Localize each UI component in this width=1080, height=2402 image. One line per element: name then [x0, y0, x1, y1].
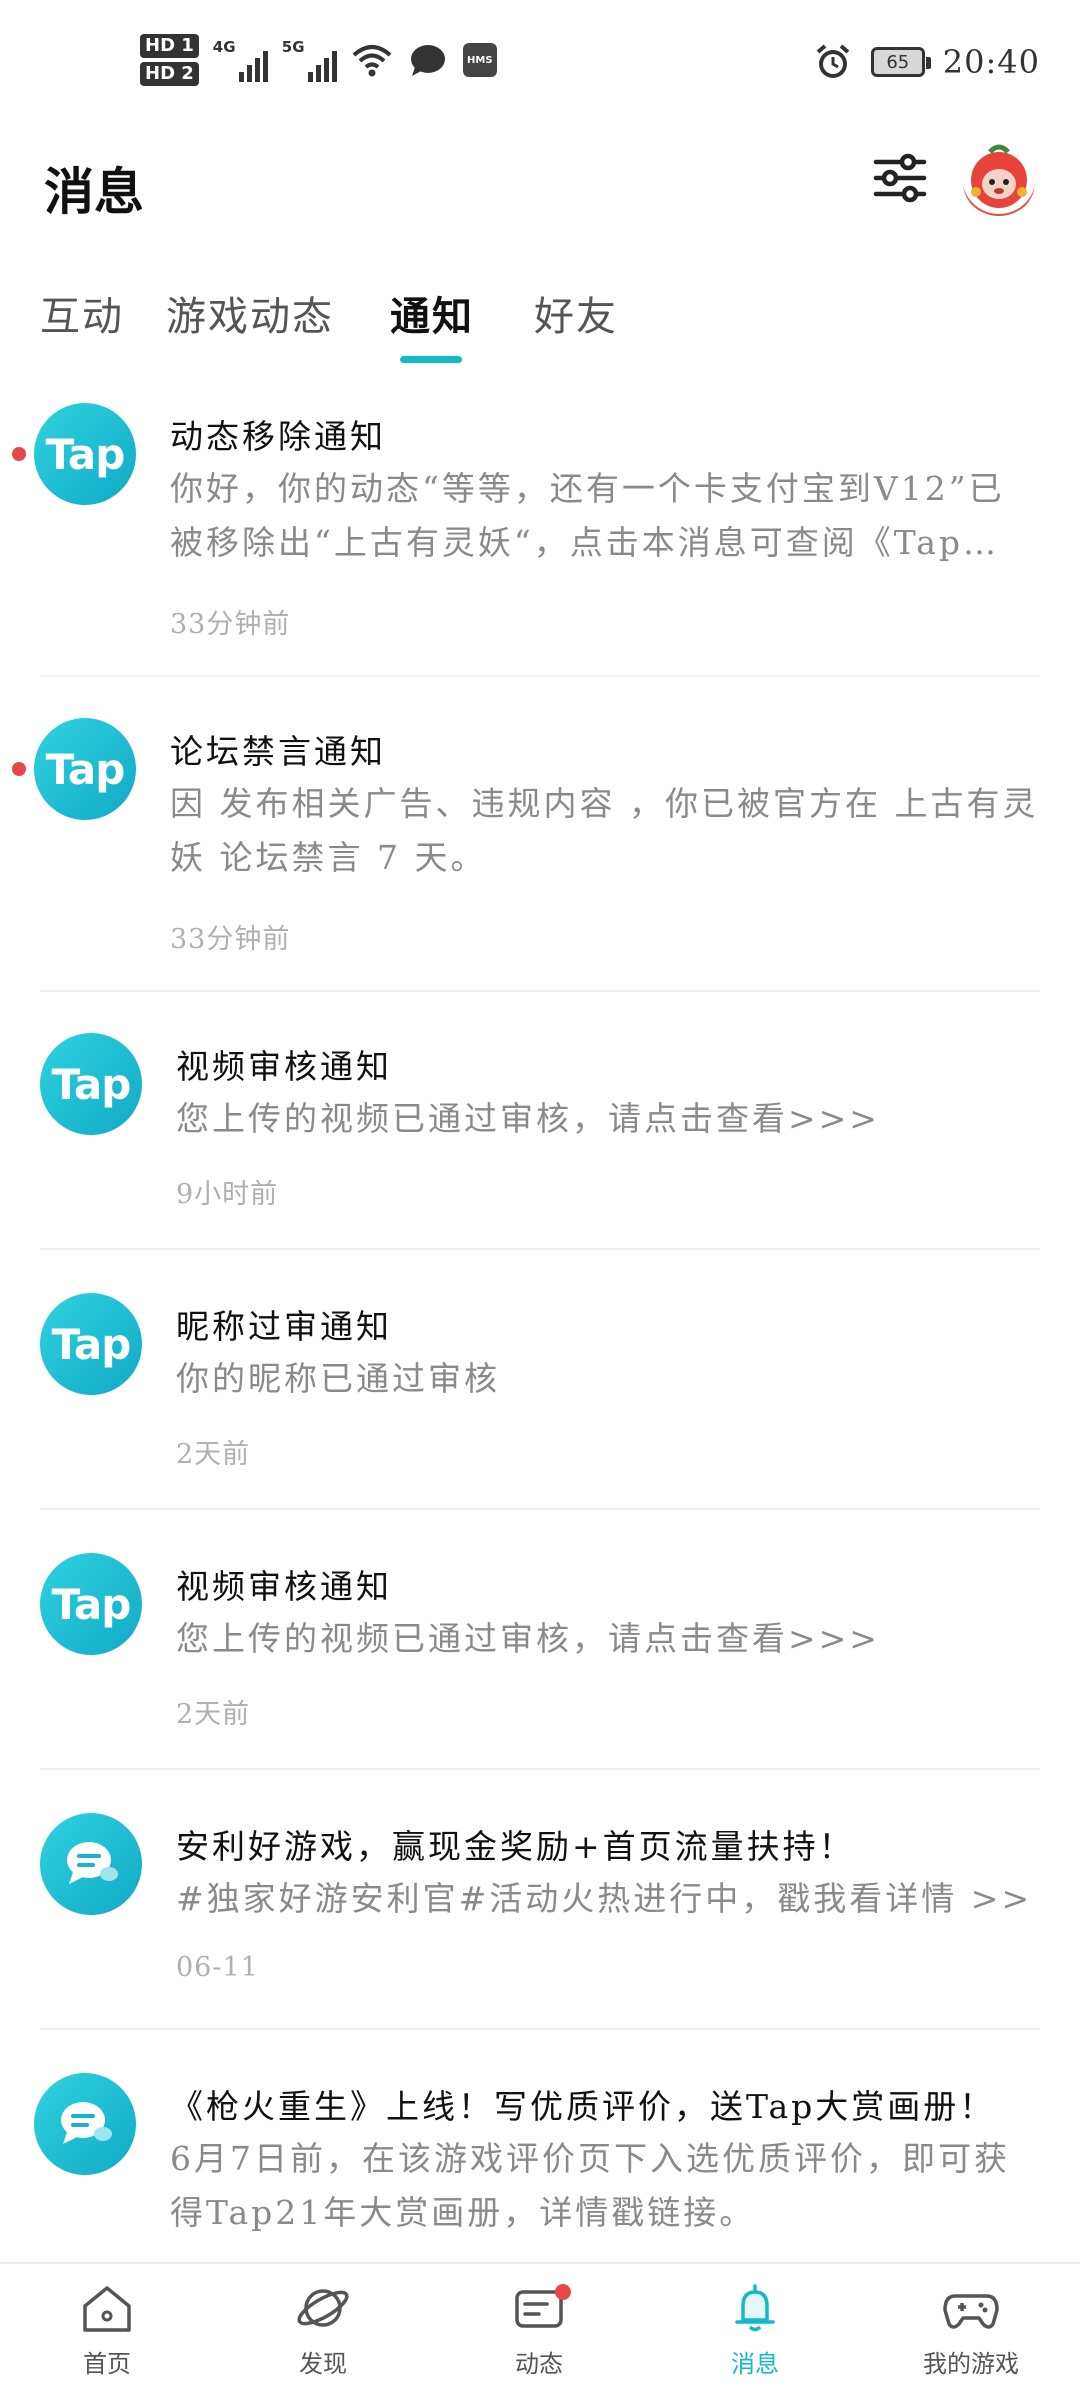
active-tab-indicator [400, 356, 462, 363]
dual-sim-indicator: HD 1 HD 2 [140, 34, 199, 86]
wifi-icon [352, 45, 392, 77]
network-type-1: 4G [212, 38, 236, 56]
notification-title: 视频审核通知 [176, 1567, 392, 1606]
nav-feed[interactable]: 动态 [469, 2280, 609, 2379]
nav-discover[interactable]: 发现 [253, 2280, 393, 2379]
notification-title: 昵称过审通知 [176, 1307, 392, 1346]
network-type-2: 5G [281, 38, 305, 56]
signal-5g-icon: 5G [282, 38, 337, 82]
hms-icon: HMS [462, 43, 497, 77]
divider [40, 2028, 1040, 2030]
nav-home[interactable]: 首页 [37, 2280, 177, 2379]
notification-time: 33分钟前 [170, 609, 291, 640]
alarm-icon [816, 44, 850, 78]
notification-time: 2天前 [176, 1699, 251, 1730]
notification-title: 安利好游戏，赢现金奖励+首页流量扶持！ [176, 1827, 855, 1866]
tap-logo-icon: Tap [40, 1033, 142, 1135]
sim2-hd-label: HD 2 [140, 62, 199, 86]
unread-dot [12, 447, 26, 461]
notification-time: 2天前 [176, 1439, 251, 1470]
nav-messages-label: 消息 [731, 2350, 779, 2378]
notification-title: 《枪火重生》上线！写优质评价，送Tap大赏画册！ [170, 2087, 996, 2126]
user-avatar[interactable] [960, 138, 1038, 216]
notification-title: 动态移除通知 [170, 417, 386, 456]
bottom-navigation: 首页 发现 动态 消息 我的游戏 [0, 2262, 1080, 2402]
notification-body: 您上传的视频已通过审核，请点击查看>>> [176, 1619, 880, 1658]
avatar-character-icon [962, 140, 1036, 214]
tab-friends[interactable]: 好友 [534, 284, 618, 342]
notification-time: 33分钟前 [170, 924, 291, 955]
nav-home-label: 首页 [83, 2350, 131, 2378]
filter-settings-icon[interactable] [870, 148, 930, 208]
notification-body: 你好，你的动态“等等，还有一个卡支付宝到V12”已被移除出“上古有灵妖“，点击本… [170, 469, 1005, 562]
divider [40, 1768, 1040, 1770]
app-header: 消息 [0, 130, 1080, 240]
nav-my-games[interactable]: 我的游戏 [901, 2280, 1041, 2379]
tap-logo-icon: Tap [40, 1293, 142, 1395]
notification-title: 视频审核通知 [176, 1047, 392, 1086]
bell-icon [735, 2284, 775, 2332]
notification-body: 因 发布相关广告、违规内容 ，你已被官方在 上古有灵妖 论坛禁言 7 天。 [170, 784, 1039, 877]
home-icon [83, 2286, 131, 2332]
chat-bubble-icon [34, 2073, 136, 2175]
tab-game-news[interactable]: 游戏动态 [166, 284, 334, 342]
unread-dot [12, 762, 26, 776]
page-title: 消息 [44, 163, 144, 221]
battery-icon: 65 [870, 47, 931, 77]
notification-body: 你的昵称已通过审核 [176, 1359, 500, 1398]
tab-interaction[interactable]: 互动 [40, 284, 124, 342]
chat-bubble-icon [40, 1813, 142, 1915]
divider [40, 990, 1040, 992]
tab-notifications[interactable]: 通知 [390, 284, 474, 342]
nav-my-games-label: 我的游戏 [923, 2350, 1019, 2378]
tap-logo-icon: Tap [40, 1553, 142, 1655]
chat-bubble-icon [410, 45, 445, 76]
battery-level: 65 [886, 51, 910, 73]
divider [40, 1508, 1040, 1510]
nav-discover-label: 发现 [299, 2350, 347, 2378]
divider [40, 675, 1040, 677]
sim1-hd-label: HD 1 [140, 34, 199, 58]
notification-time: 06-11 [176, 1952, 259, 1983]
notification-body: #独家好游安利官#活动火热进行中，戳我看详情 >> [176, 1879, 1033, 1918]
nav-messages[interactable]: 消息 [685, 2280, 825, 2379]
nav-feed-label: 动态 [515, 2350, 563, 2378]
status-bar: HD 1 HD 2 4G 5G HMS 65 20:40 [0, 0, 1080, 130]
divider [40, 1248, 1040, 1250]
message-tabs: 互动 游戏动态 通知 好友 [0, 270, 1080, 370]
nav-feed-badge [555, 2284, 571, 2300]
tap-logo-icon: Tap [34, 403, 136, 505]
tap-logo-icon: Tap [34, 718, 136, 820]
signal-4g-icon: 4G [213, 38, 268, 82]
gamepad-icon [943, 2294, 999, 2329]
notification-title: 论坛禁言通知 [170, 732, 386, 771]
notification-body: 您上传的视频已通过审核，请点击查看>>> [176, 1099, 880, 1138]
planet-icon [297, 2289, 349, 2327]
status-time: 20:40 [942, 43, 1040, 81]
notification-time: 9小时前 [176, 1179, 279, 1210]
notification-body: 6月7日前，在该游戏评价页下入选优质评价，即可获得Tap21年大赏画册，详情戳链… [170, 2139, 1010, 2232]
